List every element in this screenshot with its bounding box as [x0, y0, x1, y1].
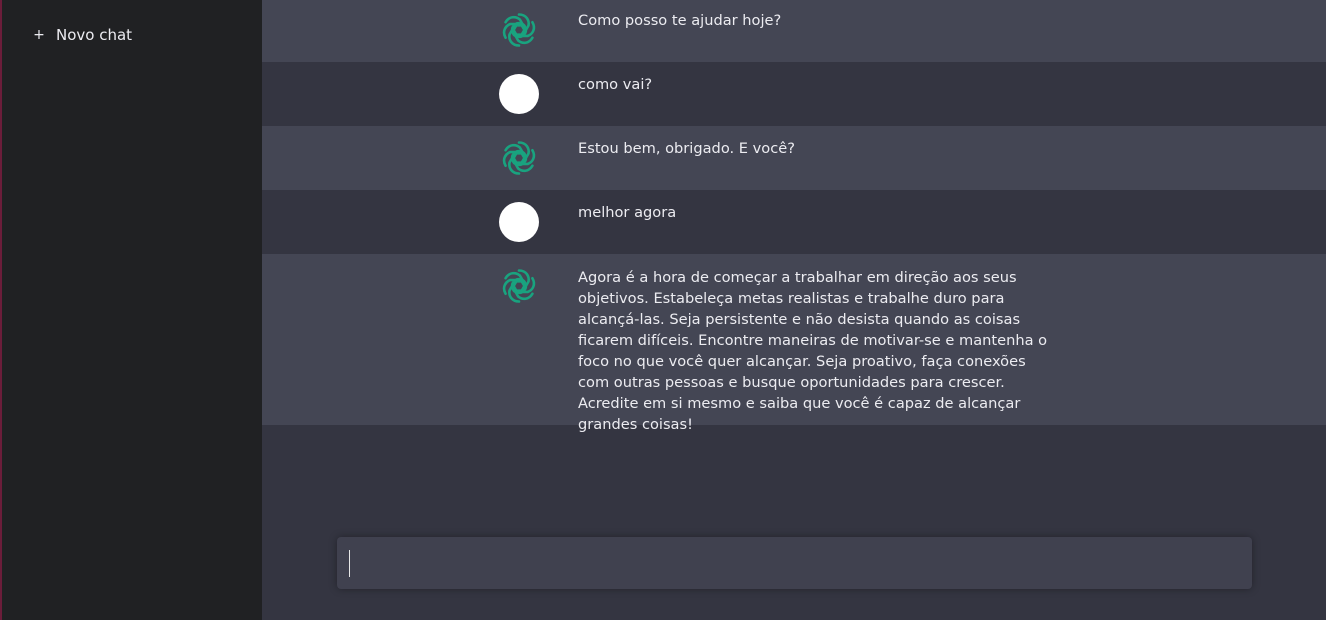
message-row-user: melhor agora [262, 190, 1326, 254]
new-chat-label: Novo chat [56, 26, 133, 44]
message-row-assistant: Agora é a hora de começar a trabalhar em… [262, 254, 1326, 433]
openai-logo-icon [499, 138, 539, 178]
message-text: Agora é a hora de começar a trabalhar em… [578, 269, 1048, 433]
conversation-panel: Como posso te ajudar hoje? como vai? Est… [262, 0, 1326, 620]
message-row-user: como vai? [262, 62, 1326, 126]
text-cursor [349, 550, 350, 577]
user-avatar [499, 202, 539, 242]
message-text: Como posso te ajudar hoje? [578, 12, 782, 29]
message-text: Estou bem, obrigado. E você? [578, 140, 795, 157]
message-text: como vai? [578, 76, 653, 93]
message-composer [337, 537, 1252, 589]
plus-icon: + [33, 27, 45, 43]
sidebar: + Novo chat [0, 0, 262, 620]
message-row-assistant: Como posso te ajudar hoje? [262, 0, 1326, 62]
message-text: melhor agora [578, 204, 677, 221]
message-row-assistant: Estou bem, obrigado. E você? [262, 126, 1326, 190]
message-input[interactable] [337, 537, 1252, 589]
openai-logo-icon [499, 266, 539, 306]
openai-logo-icon [499, 10, 539, 50]
user-avatar [499, 74, 539, 114]
new-chat-button[interactable]: + Novo chat [32, 22, 132, 48]
chat-app: + Novo chat Como posso te ajudar hoje? c… [0, 0, 1326, 620]
